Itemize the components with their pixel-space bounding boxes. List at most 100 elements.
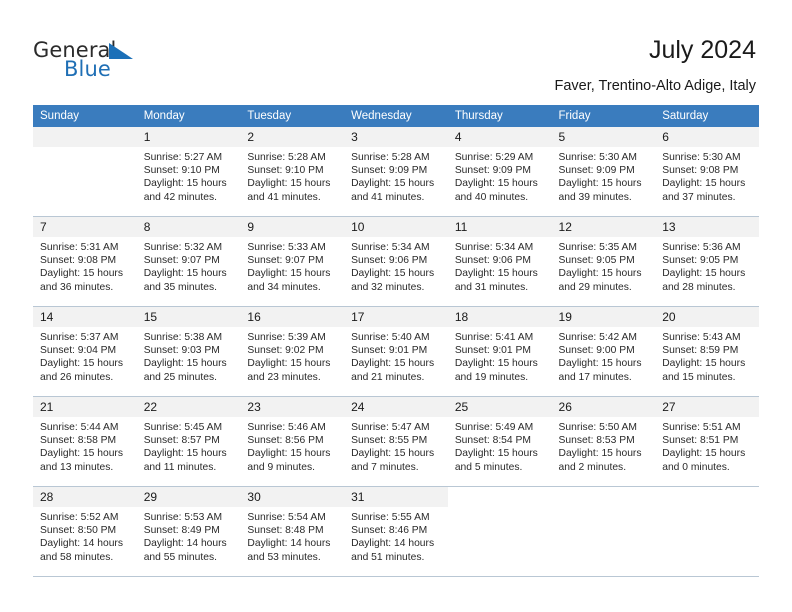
- day-details: Sunrise: 5:34 AM Sunset: 9:06 PM Daylight:…: [344, 237, 448, 294]
- calendar-day-cell[interactable]: 7 Sunrise: 5:31 AM Sunset: 9:08 PM Daylight…: [33, 216, 137, 307]
- day-number: 22: [136, 397, 241, 417]
- general-blue-logo: General Blue: [33, 38, 213, 84]
- calendar-day-cell[interactable]: 23 Sunrise: 5:46 AM Sunset: 8:56 PM Dayligh…: [240, 396, 345, 487]
- calendar-day-cell[interactable]: 8 Sunrise: 5:32 AM Sunset: 9:07 PM Daylight…: [136, 216, 241, 307]
- day-sunset-text: Sunset: 9:00 PM: [558, 345, 635, 357]
- calendar-week-row: 7 Sunrise: 5:31 AM Sunset: 9:08 PM Daylight…: [33, 216, 759, 307]
- calendar-day-cell[interactable]: 6 Sunrise: 5:30 AM Sunset: 9:08 PM Daylight…: [655, 127, 759, 217]
- calendar-day-cell[interactable]: 1 Sunrise: 5:27 AM Sunset: 9:10 PM Daylight…: [136, 127, 241, 217]
- calendar-day-cell[interactable]: 30 Sunrise: 5:54 AM Sunset: 8:48 PM Dayligh…: [240, 486, 345, 577]
- calendar-day-cell[interactable]: 2 Sunrise: 5:28 AM Sunset: 9:10 PM Daylight…: [240, 127, 345, 217]
- calendar-day-cell[interactable]: 27 Sunrise: 5:51 AM Sunset: 8:51 PM Dayligh…: [655, 396, 759, 487]
- day-daylight2-text: and 11 minutes.: [143, 461, 217, 473]
- day-daylight1-text: Daylight: 15 hours: [351, 358, 435, 370]
- calendar-day-cell[interactable]: 5 Sunrise: 5:30 AM Sunset: 9:09 PM Daylight…: [551, 127, 656, 217]
- weekday-header-sunday: Sunday: [33, 105, 137, 127]
- day-daylight1-text: Daylight: 15 hours: [247, 448, 331, 460]
- weekday-header-thursday: Thursday: [447, 105, 552, 127]
- calendar-day-cell[interactable]: 3 Sunrise: 5:28 AM Sunset: 9:09 PM Daylight…: [344, 127, 448, 217]
- day-details: Sunrise: 5:30 AM Sunset: 9:08 PM Daylight:…: [655, 147, 759, 204]
- day-daylight2-text: and 40 minutes.: [454, 191, 529, 203]
- day-number: 31: [344, 487, 448, 507]
- day-sunrise-text: Sunrise: 5:37 AM: [40, 332, 119, 343]
- day-details: Sunrise: 5:46 AM Sunset: 8:56 PM Daylight:…: [240, 417, 344, 474]
- day-sunrise-text: Sunrise: 5:35 AM: [558, 242, 637, 253]
- day-sunset-text: Sunset: 9:07 PM: [247, 255, 324, 267]
- day-details: Sunrise: 5:39 AM Sunset: 9:02 PM Daylight:…: [240, 327, 344, 384]
- day-daylight1-text: Daylight: 15 hours: [247, 178, 331, 190]
- day-sunrise-text: Sunrise: 5:39 AM: [247, 332, 326, 343]
- calendar-day-cell[interactable]: 20 Sunrise: 5:43 AM Sunset: 8:59 PM Dayligh…: [655, 306, 759, 397]
- day-sunset-text: Sunset: 9:06 PM: [351, 255, 428, 267]
- day-number: 23: [240, 397, 345, 417]
- day-sunset-text: Sunset: 9:01 PM: [454, 345, 531, 357]
- day-details: Sunrise: 5:42 AM Sunset: 9:00 PM Daylight:…: [552, 327, 656, 384]
- day-sunrise-text: Sunrise: 5:47 AM: [351, 422, 430, 433]
- day-daylight1-text: Daylight: 15 hours: [351, 178, 435, 190]
- day-sunrise-text: Sunrise: 5:43 AM: [662, 332, 741, 343]
- calendar-day-cell[interactable]: 21 Sunrise: 5:44 AM Sunset: 8:58 PM Dayligh…: [33, 396, 137, 487]
- calendar-day-cell[interactable]: 24 Sunrise: 5:47 AM Sunset: 8:55 PM Dayligh…: [344, 396, 448, 487]
- day-daylight1-text: Daylight: 15 hours: [247, 358, 331, 370]
- day-details: Sunrise: 5:35 AM Sunset: 9:05 PM Daylight:…: [552, 237, 656, 294]
- logo-text-blue: Blue: [64, 57, 111, 81]
- calendar-body: 1 Sunrise: 5:27 AM Sunset: 9:10 PM Daylight…: [33, 127, 759, 577]
- day-daylight1-text: Daylight: 15 hours: [40, 268, 123, 280]
- day-daylight2-text: and 26 minutes.: [40, 371, 114, 383]
- day-number: 15: [136, 307, 241, 327]
- day-sunset-text: Sunset: 9:06 PM: [454, 255, 531, 267]
- day-daylight1-text: Daylight: 15 hours: [662, 358, 746, 370]
- day-sunrise-text: Sunrise: 5:41 AM: [454, 332, 534, 343]
- day-sunrise-text: Sunrise: 5:53 AM: [143, 512, 223, 523]
- day-sunrise-text: Sunrise: 5:45 AM: [143, 422, 223, 433]
- day-daylight1-text: Daylight: 14 hours: [40, 538, 123, 550]
- calendar-day-cell[interactable]: 19 Sunrise: 5:42 AM Sunset: 9:00 PM Dayligh…: [551, 306, 656, 397]
- calendar-day-cell[interactable]: 4 Sunrise: 5:29 AM Sunset: 9:09 PM Daylight…: [447, 127, 552, 217]
- calendar-day-cell[interactable]: 16 Sunrise: 5:39 AM Sunset: 9:02 PM Dayligh…: [240, 306, 345, 397]
- calendar-day-cell[interactable]: 25 Sunrise: 5:49 AM Sunset: 8:54 PM Dayligh…: [447, 396, 552, 487]
- calendar-page: General Blue July 2024 Faver, Trentino-A…: [0, 0, 792, 612]
- calendar-day-cell[interactable]: 18 Sunrise: 5:41 AM Sunset: 9:01 PM Dayligh…: [447, 306, 552, 397]
- calendar-day-cell[interactable]: 15 Sunrise: 5:38 AM Sunset: 9:03 PM Dayligh…: [136, 306, 241, 397]
- day-details: Sunrise: 5:52 AM Sunset: 8:50 PM Daylight:…: [33, 507, 137, 564]
- day-sunset-text: Sunset: 9:03 PM: [143, 345, 220, 357]
- day-daylight2-text: and 58 minutes.: [40, 551, 114, 563]
- calendar-day-cell[interactable]: 17 Sunrise: 5:40 AM Sunset: 9:01 PM Dayligh…: [344, 306, 448, 397]
- calendar-day-cell[interactable]: 11 Sunrise: 5:34 AM Sunset: 9:06 PM Dayligh…: [447, 216, 552, 307]
- calendar-day-cell[interactable]: 14 Sunrise: 5:37 AM Sunset: 9:04 PM Dayligh…: [33, 306, 137, 397]
- day-daylight2-text: and 13 minutes.: [40, 461, 114, 473]
- calendar-day-cell[interactable]: 28 Sunrise: 5:52 AM Sunset: 8:50 PM Dayligh…: [33, 486, 137, 577]
- weekday-header-tuesday: Tuesday: [240, 105, 345, 127]
- day-number: 11: [447, 217, 552, 237]
- day-number: 7: [33, 217, 137, 237]
- day-details: Sunrise: 5:38 AM Sunset: 9:03 PM Daylight:…: [137, 327, 241, 384]
- calendar-day-cell[interactable]: 26 Sunrise: 5:50 AM Sunset: 8:53 PM Dayligh…: [551, 396, 656, 487]
- calendar-day-cell[interactable]: 31 Sunrise: 5:55 AM Sunset: 8:46 PM Dayligh…: [344, 486, 448, 577]
- calendar-day-cell[interactable]: 10 Sunrise: 5:34 AM Sunset: 9:06 PM Dayligh…: [344, 216, 448, 307]
- day-sunset-text: Sunset: 8:57 PM: [143, 435, 220, 447]
- day-details: Sunrise: 5:28 AM Sunset: 9:09 PM Daylight:…: [344, 147, 448, 204]
- day-number: 19: [551, 307, 656, 327]
- day-sunset-text: Sunset: 9:07 PM: [143, 255, 220, 267]
- day-sunset-text: Sunset: 8:53 PM: [558, 435, 635, 447]
- day-daylight1-text: Daylight: 15 hours: [558, 358, 642, 370]
- calendar-day-cell[interactable]: 22 Sunrise: 5:45 AM Sunset: 8:57 PM Dayligh…: [136, 396, 241, 487]
- day-details: Sunrise: 5:40 AM Sunset: 9:01 PM Daylight:…: [344, 327, 448, 384]
- calendar-day-cell[interactable]: 13 Sunrise: 5:36 AM Sunset: 9:05 PM Dayligh…: [655, 216, 759, 307]
- day-number: 18: [447, 307, 552, 327]
- weekday-header-wednesday: Wednesday: [344, 105, 448, 127]
- calendar-day-cell[interactable]: 9 Sunrise: 5:33 AM Sunset: 9:07 PM Daylight…: [240, 216, 345, 307]
- day-sunset-text: Sunset: 8:54 PM: [454, 435, 531, 447]
- day-number: 13: [655, 217, 759, 237]
- calendar-day-cell[interactable]: 12 Sunrise: 5:35 AM Sunset: 9:05 PM Dayligh…: [551, 216, 656, 307]
- weekday-header-monday: Monday: [136, 105, 241, 127]
- calendar-day-cell[interactable]: 29 Sunrise: 5:53 AM Sunset: 8:49 PM Dayligh…: [136, 486, 241, 577]
- day-number: 25: [447, 397, 552, 417]
- day-number: [552, 487, 656, 507]
- day-daylight1-text: Daylight: 15 hours: [558, 268, 642, 280]
- day-daylight2-text: and 36 minutes.: [40, 281, 114, 293]
- day-sunrise-text: Sunrise: 5:44 AM: [40, 422, 119, 433]
- calendar-week-row: 14 Sunrise: 5:37 AM Sunset: 9:04 PM Dayligh…: [33, 306, 759, 397]
- day-details: Sunrise: 5:44 AM Sunset: 8:58 PM Daylight:…: [33, 417, 137, 474]
- day-sunrise-text: Sunrise: 5:51 AM: [662, 422, 741, 433]
